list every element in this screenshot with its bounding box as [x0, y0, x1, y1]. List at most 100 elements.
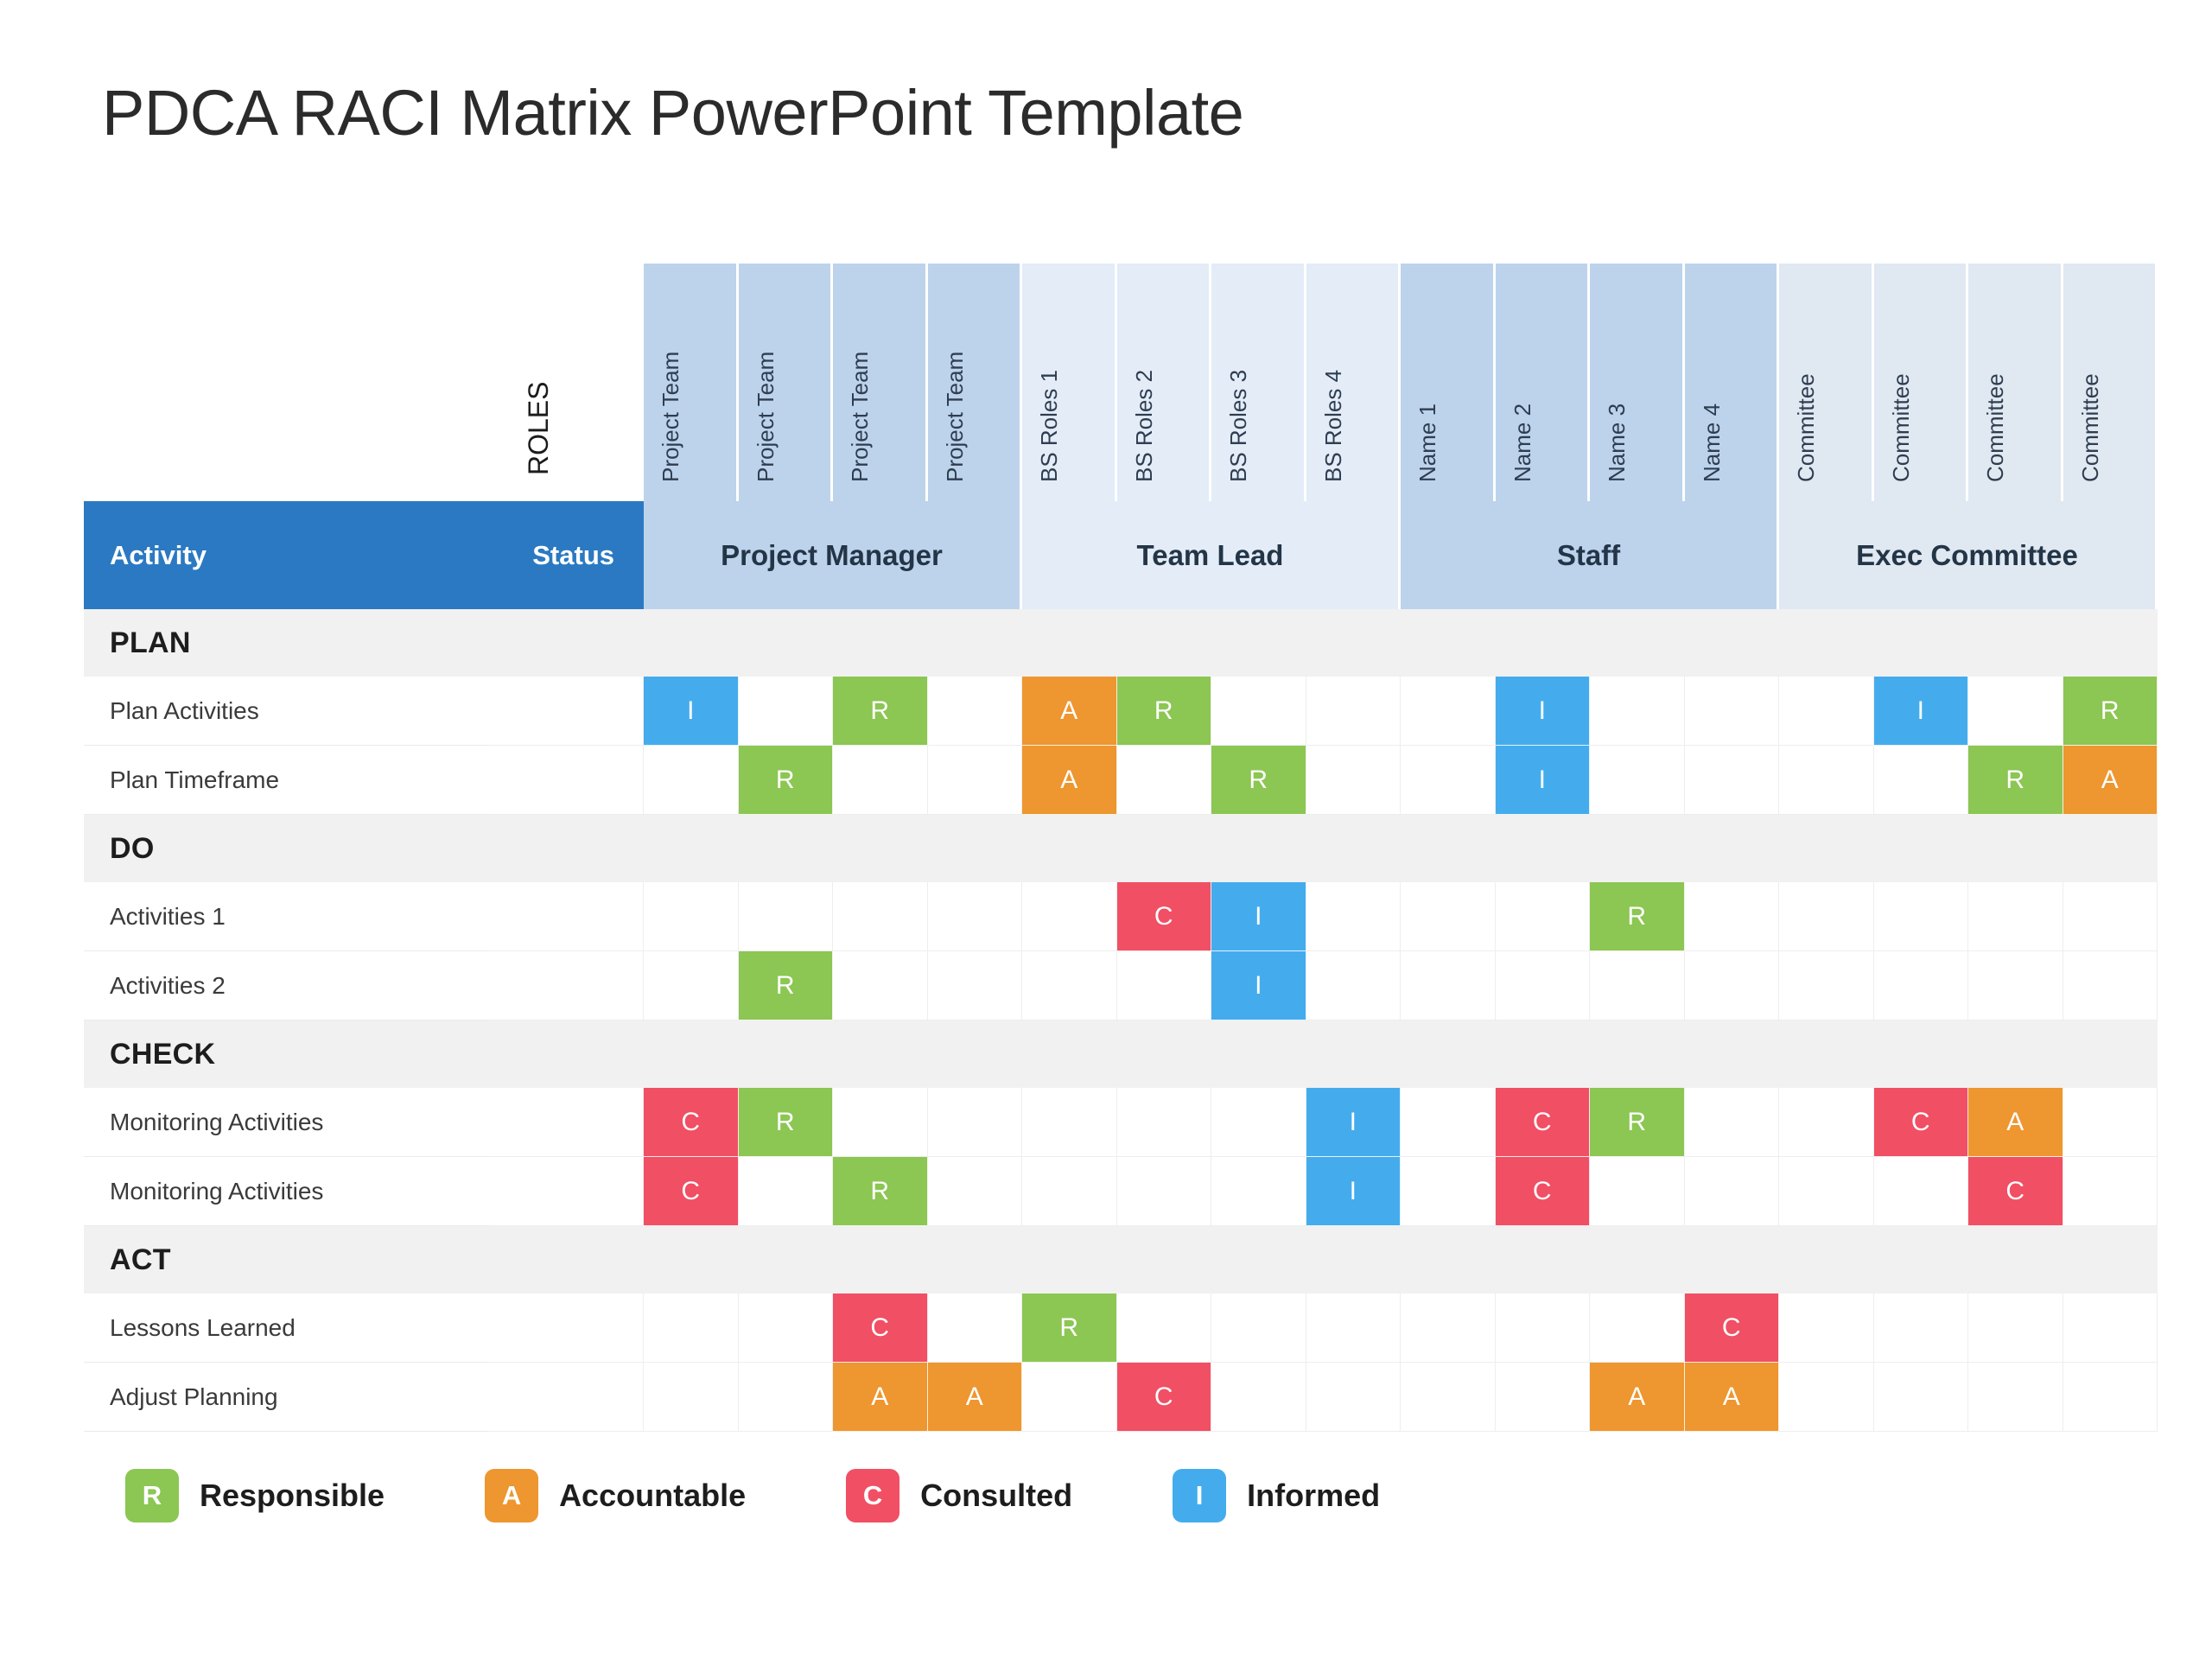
- raci-cell[interactable]: C: [1116, 1363, 1211, 1432]
- raci-cell[interactable]: [833, 882, 928, 951]
- raci-cell[interactable]: [1116, 746, 1211, 815]
- raci-cell[interactable]: [1968, 882, 2063, 951]
- raci-cell[interactable]: C: [833, 1294, 928, 1363]
- raci-cell[interactable]: [644, 882, 739, 951]
- raci-cell[interactable]: C: [1116, 882, 1211, 951]
- column-header-14[interactable]: Committee: [1873, 264, 1968, 501]
- raci-cell[interactable]: [1684, 746, 1779, 815]
- raci-cell[interactable]: A: [833, 1363, 928, 1432]
- raci-cell[interactable]: [1873, 951, 1968, 1020]
- raci-cell[interactable]: [1401, 951, 1496, 1020]
- column-header-7[interactable]: BS Roles 3: [1211, 264, 1306, 501]
- raci-cell[interactable]: [738, 1157, 833, 1226]
- raci-cell[interactable]: C: [1873, 1088, 1968, 1157]
- raci-cell[interactable]: I: [1495, 677, 1590, 746]
- raci-cell[interactable]: C: [1968, 1157, 2063, 1226]
- column-header-5[interactable]: BS Roles 1: [1022, 264, 1117, 501]
- raci-cell[interactable]: [1873, 746, 1968, 815]
- raci-cell[interactable]: [1306, 1363, 1401, 1432]
- column-header-2[interactable]: Project Team: [738, 264, 833, 501]
- raci-cell[interactable]: [1401, 1088, 1496, 1157]
- column-header-1[interactable]: Project Team: [644, 264, 739, 501]
- raci-cell[interactable]: [1306, 746, 1401, 815]
- column-header-15[interactable]: Committee: [1968, 264, 2063, 501]
- column-header-6[interactable]: BS Roles 2: [1116, 264, 1211, 501]
- group-header-ex[interactable]: Exec Committee: [1779, 501, 2158, 609]
- column-header-11[interactable]: Name 3: [1590, 264, 1685, 501]
- raci-cell[interactable]: [1779, 1157, 1874, 1226]
- raci-cell[interactable]: [644, 1363, 739, 1432]
- raci-cell[interactable]: [833, 951, 928, 1020]
- raci-cell[interactable]: [1022, 1363, 1117, 1432]
- raci-cell[interactable]: [927, 1088, 1022, 1157]
- raci-cell[interactable]: [833, 1088, 928, 1157]
- raci-cell[interactable]: [644, 746, 739, 815]
- group-header-pm[interactable]: Project Manager: [644, 501, 1022, 609]
- raci-cell[interactable]: [1022, 1088, 1117, 1157]
- raci-cell[interactable]: [1968, 1294, 2063, 1363]
- raci-cell[interactable]: [1779, 882, 1874, 951]
- raci-cell[interactable]: [1495, 882, 1590, 951]
- raci-cell[interactable]: [1779, 951, 1874, 1020]
- raci-cell[interactable]: [1495, 951, 1590, 1020]
- raci-cell[interactable]: C: [644, 1088, 739, 1157]
- raci-cell[interactable]: R: [833, 1157, 928, 1226]
- raci-cell[interactable]: [927, 951, 1022, 1020]
- raci-cell[interactable]: C: [644, 1157, 739, 1226]
- raci-cell[interactable]: I: [1211, 882, 1306, 951]
- raci-cell[interactable]: [1211, 1294, 1306, 1363]
- raci-cell[interactable]: A: [1968, 1088, 2063, 1157]
- raci-cell[interactable]: [1684, 1088, 1779, 1157]
- raci-cell[interactable]: I: [644, 677, 739, 746]
- raci-cell[interactable]: [1116, 1088, 1211, 1157]
- raci-cell[interactable]: [1873, 1363, 1968, 1432]
- raci-cell[interactable]: I: [1873, 677, 1968, 746]
- raci-cell[interactable]: [2063, 1088, 2158, 1157]
- raci-cell[interactable]: [1590, 1157, 1685, 1226]
- raci-cell[interactable]: [1306, 1294, 1401, 1363]
- column-header-16[interactable]: Committee: [2063, 264, 2158, 501]
- raci-cell[interactable]: [1116, 1294, 1211, 1363]
- raci-cell[interactable]: R: [738, 951, 833, 1020]
- raci-cell[interactable]: [1306, 677, 1401, 746]
- raci-cell[interactable]: [644, 951, 739, 1020]
- column-header-12[interactable]: Name 4: [1684, 264, 1779, 501]
- raci-cell[interactable]: [1968, 951, 2063, 1020]
- raci-cell[interactable]: [738, 1363, 833, 1432]
- raci-cell[interactable]: [927, 1294, 1022, 1363]
- raci-cell[interactable]: A: [1684, 1363, 1779, 1432]
- raci-cell[interactable]: [1779, 746, 1874, 815]
- raci-cell[interactable]: [1211, 1363, 1306, 1432]
- raci-cell[interactable]: [1779, 677, 1874, 746]
- raci-cell[interactable]: R: [738, 1088, 833, 1157]
- legend-item-i[interactable]: I Informed: [1173, 1469, 1380, 1522]
- raci-cell[interactable]: I: [1211, 951, 1306, 1020]
- raci-cell[interactable]: [833, 746, 928, 815]
- raci-cell[interactable]: [927, 1157, 1022, 1226]
- raci-cell[interactable]: [1495, 1294, 1590, 1363]
- raci-cell[interactable]: [1968, 677, 2063, 746]
- raci-cell[interactable]: [738, 882, 833, 951]
- raci-cell[interactable]: [1779, 1088, 1874, 1157]
- raci-cell[interactable]: [1590, 1294, 1685, 1363]
- raci-cell[interactable]: [2063, 882, 2158, 951]
- raci-cell[interactable]: I: [1495, 746, 1590, 815]
- raci-cell[interactable]: R: [833, 677, 928, 746]
- raci-cell[interactable]: [1779, 1363, 1874, 1432]
- raci-cell[interactable]: [1684, 882, 1779, 951]
- status-cell[interactable]: [488, 882, 644, 951]
- raci-cell[interactable]: [738, 1294, 833, 1363]
- raci-cell[interactable]: [2063, 951, 2158, 1020]
- raci-cell[interactable]: R: [2063, 677, 2158, 746]
- raci-cell[interactable]: R: [1116, 677, 1211, 746]
- raci-cell[interactable]: C: [1495, 1088, 1590, 1157]
- raci-cell[interactable]: [1590, 951, 1685, 1020]
- raci-cell[interactable]: C: [1684, 1294, 1779, 1363]
- raci-cell[interactable]: [1401, 1363, 1496, 1432]
- raci-cell[interactable]: [1306, 882, 1401, 951]
- raci-cell[interactable]: R: [1022, 1294, 1117, 1363]
- raci-cell[interactable]: [1779, 1294, 1874, 1363]
- raci-cell[interactable]: A: [1022, 746, 1117, 815]
- raci-cell[interactable]: [1873, 1157, 1968, 1226]
- raci-cell[interactable]: [2063, 1294, 2158, 1363]
